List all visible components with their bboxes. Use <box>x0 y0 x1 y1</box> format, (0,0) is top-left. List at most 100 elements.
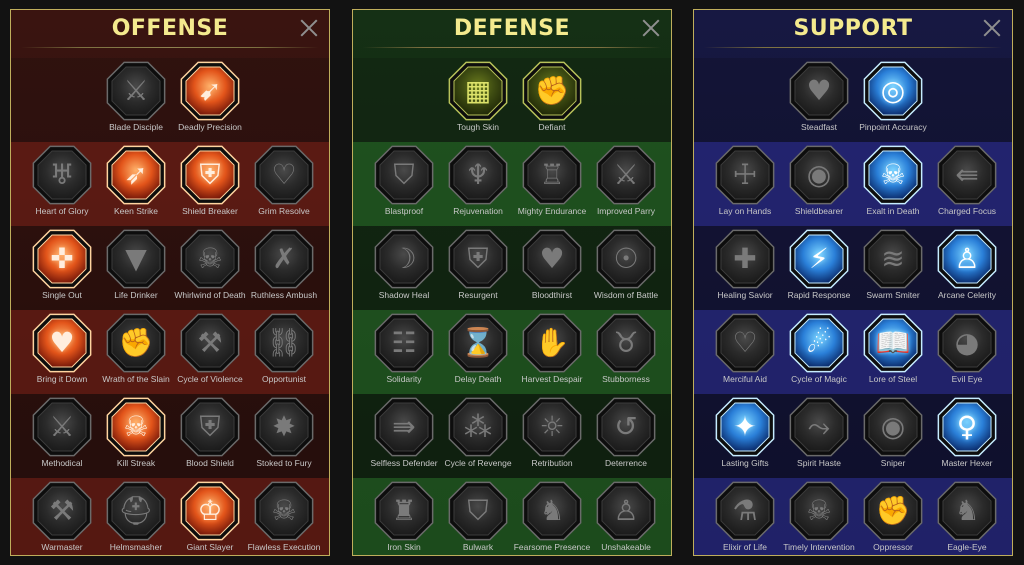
skill-helmsmasher[interactable]: ⛑ Helmsmasher <box>99 478 173 555</box>
skill-exalt-in-death[interactable]: ☠ Exalt in Death <box>856 142 930 226</box>
skill-keen-strike[interactable]: ➶ Keen Strike <box>99 142 173 226</box>
skill-giant-slayer[interactable]: ♔ Giant Slayer <box>173 478 247 555</box>
defense-skill-row: ⇛ Selfless Defender ⁂ Cycle of Revenge ☼ Retr… <box>353 394 671 478</box>
skill-cycle-of-violence[interactable]: ⚒ Cycle of Violence <box>173 310 247 394</box>
skill-rejuvenation[interactable]: ♆ Rejuvenation <box>441 142 515 226</box>
open-book-icon: 📖 <box>875 326 911 359</box>
skill-spirit-haste[interactable]: ⤳ Spirit Haste <box>782 394 856 478</box>
raised-hands-icon: ☷ <box>391 326 417 359</box>
skill-delay-death[interactable]: ⌛ Delay Death <box>441 310 515 394</box>
skill-unshakeable[interactable]: ♙ Unshakeable <box>589 478 663 555</box>
skill-iron-skin[interactable]: ♜ Iron Skin <box>367 478 441 555</box>
winged-boot-icon: ⤳ <box>807 410 831 443</box>
skill-charged-focus[interactable]: ⇚ Charged Focus <box>930 142 1004 226</box>
twin-skulls-icon: ☠ <box>123 410 149 443</box>
piercing-blade-icon: ➹ <box>198 74 222 107</box>
armor-plates-icon: ▦ <box>464 74 492 107</box>
eagle-head-icon: ♞ <box>954 494 980 527</box>
skill-methodical[interactable]: ⚔ Methodical <box>25 394 99 478</box>
skill-resurgent[interactable]: ⛨ Resurgent <box>441 226 515 310</box>
skill-improved-parry[interactable]: ⚔ Improved Parry <box>589 142 663 226</box>
skill-stubborness[interactable]: ♉ Stubborness <box>589 310 663 394</box>
skill-blastproof[interactable]: ⛉ Blastproof <box>367 142 441 226</box>
skill-bloodthirst[interactable]: ♥ Bloodthirst <box>515 226 589 310</box>
skill-shadow-heal[interactable]: ☽ Shadow Heal <box>367 226 441 310</box>
skill-pinpoint-accuracy[interactable]: ◎ Pinpoint Accuracy <box>856 58 930 142</box>
skill-selfless-defender[interactable]: ⇛ Selfless Defender <box>367 394 441 478</box>
skill-shieldbearer[interactable]: ◉ Shieldbearer <box>782 142 856 226</box>
falling-sword-icon: ♥ <box>49 326 75 359</box>
skill-mighty-endurance[interactable]: ♖ Mighty Endurance <box>515 142 589 226</box>
skill-master-hexer[interactable]: ♀ Master Hexer <box>930 394 1004 478</box>
skill-deadly-precision[interactable]: ➹ Deadly Precision <box>173 58 247 142</box>
divider <box>704 47 1002 48</box>
lightning-icon: ⚡ <box>809 242 829 275</box>
skill-label: Evil Eye <box>951 374 983 384</box>
skill-bulwark[interactable]: ⛉ Bulwark <box>441 478 515 555</box>
skill-life-drinker[interactable]: ▼ Life Drinker <box>99 226 173 310</box>
divider <box>21 47 319 48</box>
skill-lay-on-hands[interactable]: ☩ Lay on Hands <box>708 142 782 226</box>
skill-cycle-of-magic[interactable]: ☄ Cycle of Magic <box>782 310 856 394</box>
skill-single-out[interactable]: ✜ Single Out <box>25 226 99 310</box>
skill-label: Arcane Celerity <box>937 290 997 300</box>
skill-ruthless-ambush[interactable]: ✗ Ruthless Ambush <box>247 226 321 310</box>
support-title: SUPPORT <box>793 16 913 41</box>
offense-title: OFFENSE <box>111 16 229 41</box>
skill-swarm-smiter[interactable]: ≋ Swarm Smiter <box>856 226 930 310</box>
blood-shield-icon: ⛨ <box>199 410 221 443</box>
skill-solidarity[interactable]: ☷ Solidarity <box>367 310 441 394</box>
offense-skill-row: ✜ Single Out ▼ Life Drinker ☠ Whirlwind of De… <box>11 226 329 310</box>
skill-elixir-of-life[interactable]: ⚗ Elixir of Life <box>708 478 782 555</box>
skill-harvest-despair[interactable]: ✋ Harvest Despair <box>515 310 589 394</box>
skill-heart-of-glory[interactable]: ♅ Heart of Glory <box>25 142 99 226</box>
skill-sniper[interactable]: ◉ Sniper <box>856 394 930 478</box>
sword-shield-icon: ⛨ <box>467 242 489 275</box>
skill-deterrence[interactable]: ↺ Deterrence <box>589 394 663 478</box>
skill-label: Master Hexer <box>941 458 993 468</box>
skill-wrath-of-the-slain[interactable]: ✊ Wrath of the Slain <box>99 310 173 394</box>
dagger-strike-icon: ✗ <box>272 242 296 275</box>
skill-healing-savior[interactable]: ✚ Healing Savior <box>708 226 782 310</box>
chained-figure-icon: ⛓ <box>266 326 302 359</box>
skill-eagle-eye[interactable]: ♞ Eagle-Eye <box>930 478 1004 555</box>
skill-bring-it-down[interactable]: ♥ Bring it Down <box>25 310 99 394</box>
skill-grim-resolve[interactable]: ♡ Grim Resolve <box>247 142 321 226</box>
skill-stoked-to-fury[interactable]: ✸ Stoked to Fury <box>247 394 321 478</box>
skill-whirlwind-of-death[interactable]: ☠ Whirlwind of Death <box>173 226 247 310</box>
support-close-icon[interactable] <box>980 16 1004 40</box>
skill-steadfast[interactable]: ♥ Steadfast <box>782 58 856 142</box>
skill-retribution[interactable]: ☼ Retribution <box>515 394 589 478</box>
skill-arcane-celerity[interactable]: ♙ Arcane Celerity <box>930 226 1004 310</box>
skill-opportunist[interactable]: ⛓ Opportunist <box>247 310 321 394</box>
skill-lasting-gifts[interactable]: ✦ Lasting Gifts <box>708 394 782 478</box>
skill-blood-shield[interactable]: ⛨ Blood Shield <box>173 394 247 478</box>
target-strike-icon: ◎ <box>880 74 906 107</box>
skill-label: Defiant <box>538 122 566 132</box>
skill-kill-streak[interactable]: ☠ Kill Streak <box>99 394 173 478</box>
skill-warmaster[interactable]: ⚒ Warmaster <box>25 478 99 555</box>
skill-label: Unshakeable <box>601 542 651 552</box>
skill-shield-breaker[interactable]: ⛨ Shield Breaker <box>173 142 247 226</box>
skill-wisdom-of-battle[interactable]: ☉ Wisdom of Battle <box>589 226 663 310</box>
offense-close-icon[interactable] <box>297 16 321 40</box>
skill-lore-of-steel[interactable]: 📖 Lore of Steel <box>856 310 930 394</box>
skill-oppressor[interactable]: ✊ Oppressor <box>856 478 930 555</box>
offense-skill-row: ⚔ Blade Disciple ➹ Deadly Precision <box>11 58 329 142</box>
divider <box>363 47 661 48</box>
skill-label: Stoked to Fury <box>256 458 312 468</box>
skill-fearsome-presence[interactable]: ♞ Fearsome Presence <box>514 478 590 555</box>
skill-timely-intervention[interactable]: ☠ Timely Intervention <box>782 478 856 555</box>
skill-blade-disciple[interactable]: ⚔ Blade Disciple <box>99 58 173 142</box>
skill-evil-eye[interactable]: ◕ Evil Eye <box>930 310 1004 394</box>
support-skill-row: ☩ Lay on Hands ◉ Shieldbearer ☠ Exalt in Deat… <box>694 142 1012 226</box>
skill-merciful-aid[interactable]: ♡ Merciful Aid <box>708 310 782 394</box>
offense-skill-row: ♥ Bring it Down ✊ Wrath of the Slain ⚒ Cycle … <box>11 310 329 394</box>
skill-cycle-of-revenge[interactable]: ⁂ Cycle of Revenge <box>441 394 515 478</box>
skill-flawless-execution[interactable]: ☠ Flawless Execution <box>247 478 321 555</box>
skill-tough-skin[interactable]: ▦ Tough Skin <box>441 58 515 142</box>
bull-head-icon: ♉ <box>613 326 639 359</box>
defense-close-icon[interactable] <box>639 16 663 40</box>
skill-defiant[interactable]: ✊ Defiant <box>515 58 589 142</box>
skill-rapid-response[interactable]: ⚡ Rapid Response <box>782 226 856 310</box>
